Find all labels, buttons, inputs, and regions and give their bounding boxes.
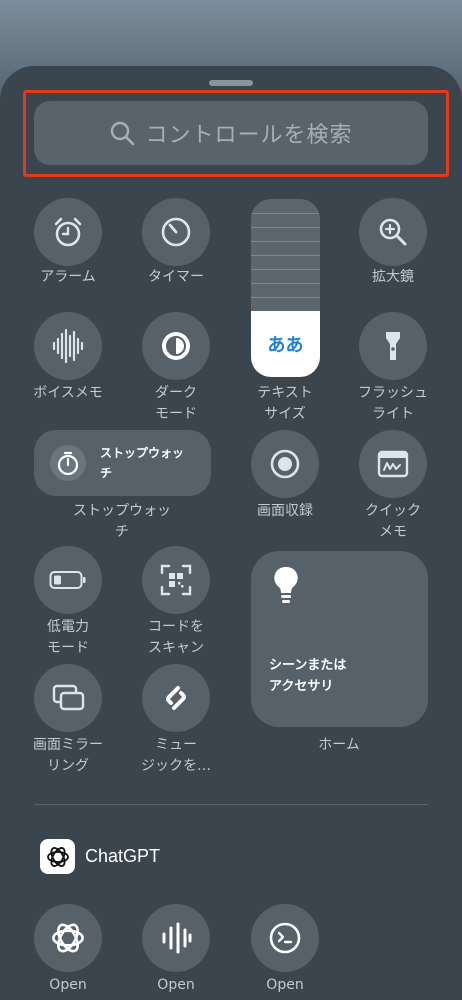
terminal-prompt-icon: [269, 922, 301, 954]
shazam-control[interactable]: [142, 664, 210, 732]
open-chatgpt-label: Open: [49, 977, 87, 993]
voice-waveform-icon: [162, 922, 192, 954]
screen-mirror-control[interactable]: [34, 664, 102, 732]
flashlight-control[interactable]: [359, 312, 427, 380]
text-size-label-2: サイズ: [264, 406, 306, 422]
home-tile-line-1: シーンまたは: [269, 658, 347, 673]
voice-memo-label: ボイスメモ: [33, 385, 103, 401]
quick-note-label-2: メモ: [379, 524, 407, 540]
chatgpt-icon: [52, 923, 84, 953]
battery-icon: [49, 571, 86, 589]
quick-note-label-1: クイック: [365, 503, 421, 519]
low-power-control[interactable]: [34, 546, 102, 614]
timer-control[interactable]: [142, 198, 210, 266]
quick-note-control[interactable]: [359, 430, 427, 498]
screen-mirror-label-2: リング: [47, 758, 89, 774]
open-chatgpt-control[interactable]: [34, 904, 102, 972]
open-chatgpt-voice-control[interactable]: [142, 904, 210, 972]
quick-note-icon: [377, 450, 409, 478]
home-tile-line-2: アクセサリ: [269, 679, 334, 694]
low-power-label-2: モード: [47, 640, 89, 656]
open-chatgpt-search-control[interactable]: [251, 904, 319, 972]
dark-mode-control[interactable]: [142, 312, 210, 380]
scan-code-label-2: スキャン: [148, 640, 204, 656]
screen-mirror-label-1: 画面ミラー: [33, 737, 103, 753]
screen-mirroring-icon: [52, 684, 85, 711]
timer-label: タイマー: [148, 269, 204, 285]
lightbulb-icon: [274, 566, 298, 603]
stopwatch-icon: [57, 451, 79, 476]
screen-record-control[interactable]: [251, 430, 319, 498]
shazam-icon: [166, 686, 186, 710]
waveform-icon: [52, 328, 84, 364]
alarm-label: アラーム: [40, 269, 96, 285]
screen-record-label: 画面収録: [257, 503, 313, 519]
open-chatgpt-search-label: Open: [266, 977, 304, 993]
timer-icon: [161, 217, 191, 247]
flashlight-label-1: フラッシュ: [358, 385, 428, 401]
alarm-icon: [54, 217, 82, 247]
controls-gallery-sheet: コントロールを検索 アラーム タイマー ああ 拡大鏡 ボイスメモ ダーク モード…: [0, 66, 462, 1000]
open-chatgpt-voice-label: Open: [157, 977, 195, 993]
magnifier-icon: [379, 218, 407, 246]
text-size-sample: ああ: [267, 335, 304, 356]
dark-mode-icon: [162, 332, 190, 360]
chatgpt-section-header: ChatGPT: [40, 839, 160, 874]
chatgpt-app-name: ChatGPT: [85, 846, 161, 866]
text-size-level: ああ: [251, 311, 320, 377]
sheet-grabber[interactable]: [209, 80, 253, 86]
shazam-label-1: ミュー: [155, 737, 197, 753]
flashlight-icon: [386, 332, 400, 360]
stopwatch-label: ストップウォッチ: [73, 503, 171, 540]
search-placeholder: コントロールを検索: [145, 123, 353, 148]
search-icon: [111, 121, 135, 146]
home-label: ホーム: [318, 737, 360, 753]
low-power-label-1: 低電力: [47, 619, 89, 635]
magnifier-label: 拡大鏡: [372, 269, 414, 285]
qr-scan-icon: [160, 564, 192, 596]
flashlight-label-2: ライト: [372, 406, 414, 422]
magnifier-control[interactable]: [359, 198, 427, 266]
scan-code-control[interactable]: [142, 546, 210, 614]
stopwatch-control[interactable]: ストップウォッ チ: [34, 430, 211, 496]
shazam-label-2: ジックを…: [141, 758, 211, 774]
stopwatch-tile-line-2: チ: [100, 466, 113, 480]
text-size-slider[interactable]: ああ: [251, 199, 320, 377]
record-icon: [270, 449, 300, 479]
stopwatch-icon-circle: [50, 445, 86, 481]
scan-code-label-1: コードを: [148, 619, 204, 635]
section-divider: [34, 804, 428, 805]
dark-mode-label-1: ダーク: [155, 385, 197, 401]
text-size-label-1: テキスト: [257, 385, 313, 401]
stopwatch-tile-line-1: ストップウォッ: [100, 446, 185, 460]
search-field[interactable]: コントロールを検索: [34, 101, 428, 165]
alarm-control[interactable]: [34, 198, 102, 266]
voice-memo-control[interactable]: [34, 312, 102, 380]
dark-mode-label-2: モード: [155, 406, 197, 422]
chatgpt-logo-icon: [40, 839, 75, 874]
home-scene-tile[interactable]: シーンまたは アクセサリ: [251, 551, 428, 727]
